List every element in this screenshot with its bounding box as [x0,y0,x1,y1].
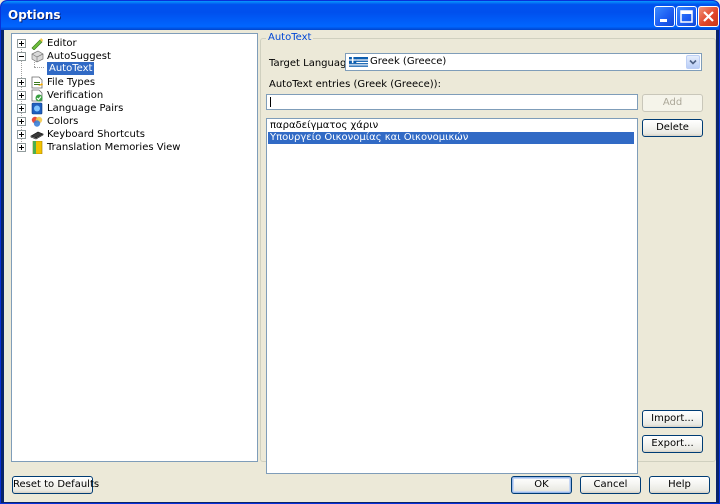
add-button[interactable]: Add [642,94,703,112]
tree-item-colors[interactable]: Colors [17,115,247,128]
tree-item-label: Verification [47,90,104,101]
language-pairs-icon [31,102,43,115]
dropdown-button[interactable] [686,55,700,69]
expand-icon[interactable] [17,143,26,152]
target-language-value: Greek (Greece) [370,56,447,67]
dialog-client: Editor AutoSuggest AutoText File Types V… [4,30,716,502]
target-language-dropdown[interactable]: Greek (Greece) [345,53,702,71]
collapse-icon[interactable] [17,52,26,61]
tree-item-label: Colors [47,116,79,127]
import-button[interactable]: Import... [642,410,703,428]
maximize-icon [680,10,693,23]
minimize-button[interactable] [654,6,675,27]
delete-button[interactable]: Delete [642,119,703,137]
options-tree[interactable]: Editor AutoSuggest AutoText File Types V… [11,33,258,462]
autotext-entry-input[interactable] [266,94,638,110]
keyboard-icon [30,131,44,140]
tree-item-translation-memories-view[interactable]: Translation Memories View [17,141,247,154]
tree-item-label: Editor [47,38,77,49]
tm-view-icon [32,141,43,154]
tree-item-label: AutoText [47,62,95,75]
tree-item-label: Language Pairs [47,103,124,114]
title-bar[interactable]: Options [1,1,719,30]
greek-flag-icon [349,57,368,68]
editor-icon [31,38,43,50]
target-language-label: Target Language: [269,58,356,69]
help-button[interactable]: Help [649,476,710,494]
expand-icon[interactable] [17,130,26,139]
close-button[interactable] [698,6,719,27]
tree-item-editor[interactable]: Editor [17,37,247,50]
tree-item-autotext[interactable]: AutoText [22,62,122,75]
reset-to-defaults-button[interactable]: Reset to Defaults [12,476,99,494]
close-icon [703,11,714,22]
window-title: Options [8,8,61,22]
chevron-down-icon [689,59,697,65]
tree-item-label: File Types [47,77,96,88]
expand-icon[interactable] [17,104,26,113]
tree-item-label: Keyboard Shortcuts [47,129,145,140]
minimize-icon [660,19,667,22]
file-types-icon [31,76,43,89]
verification-icon [31,89,43,102]
colors-icon [31,116,43,127]
group-title: AutoText [266,32,314,44]
autotext-entries-list[interactable]: παραδείγματος χάριν Υπουργείο Οικονομίας… [266,118,638,474]
list-item[interactable]: παραδείγματος χάριν [268,120,634,132]
tree-item-file-types[interactable]: File Types [17,76,247,89]
tree-item-label: Translation Memories View [47,142,181,153]
expand-icon[interactable] [17,39,26,48]
expand-icon[interactable] [17,117,26,126]
maximize-button[interactable] [676,6,697,27]
export-button[interactable]: Export... [642,435,703,453]
entries-label: AutoText entries (Greek (Greece)): [269,79,441,90]
expand-icon[interactable] [17,91,26,100]
tree-item-verification[interactable]: Verification [17,89,247,102]
options-window: Options Editor AutoSuggest AutoText File… [0,0,720,504]
expand-icon[interactable] [17,78,26,87]
cancel-button[interactable]: Cancel [580,476,641,494]
tree-item-language-pairs[interactable]: Language Pairs [17,102,247,115]
list-item[interactable]: Υπουργείο Οικονομίας και Οικονομικών [268,132,634,144]
ok-button[interactable]: OK [511,476,572,494]
text-caret [270,97,271,107]
tree-item-keyboard-shortcuts[interactable]: Keyboard Shortcuts [17,128,247,141]
